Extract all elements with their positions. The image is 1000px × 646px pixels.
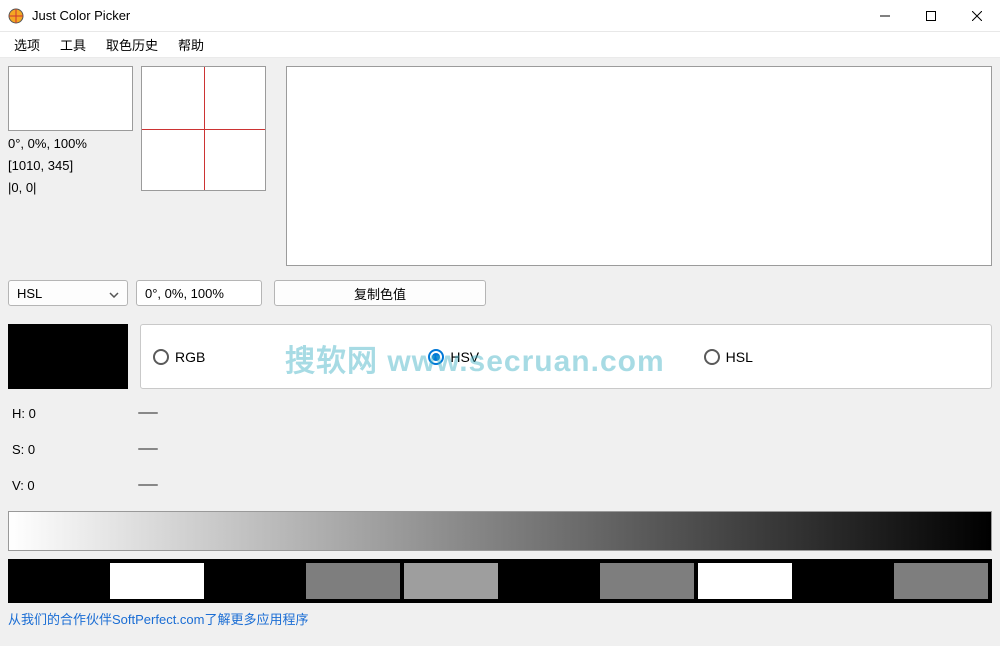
palette-cell-9[interactable] [894, 563, 988, 599]
menu-options[interactable]: 选项 [4, 32, 50, 57]
radio-hsv[interactable] [428, 349, 444, 365]
radio-hsl-label: HSL [726, 349, 753, 365]
color-mode-panel: RGB HSV HSL [140, 324, 992, 389]
menu-tools[interactable]: 工具 [50, 32, 96, 57]
current-color-swatch [8, 66, 133, 131]
window-title: Just Color Picker [32, 8, 130, 23]
window-controls [862, 0, 1000, 32]
menubar: 选项 工具 取色历史 帮助 [0, 32, 1000, 58]
slider-v-label: V: 0 [8, 478, 138, 493]
radio-rgb-group[interactable]: RGB [153, 349, 428, 365]
slider-h-label: H: 0 [8, 406, 138, 421]
minimize-button[interactable] [862, 0, 908, 32]
radio-rgb[interactable] [153, 349, 169, 365]
chevron-down-icon [109, 286, 119, 301]
palette-cell-5[interactable] [502, 563, 596, 599]
radio-hsl-group[interactable]: HSL [704, 349, 979, 365]
slider-v-row: V: 0 [8, 473, 992, 497]
slider-s[interactable] [138, 448, 158, 450]
color-value-field[interactable]: 0°, 0%, 100% [136, 280, 262, 306]
hsl-readout: 0°, 0%, 100% [8, 135, 133, 153]
menu-history[interactable]: 取色历史 [96, 32, 168, 57]
upper-row: 0°, 0%, 100% [1010, 345] |0, 0| [8, 66, 992, 266]
swatch-column: 0°, 0%, 100% [1010, 345] |0, 0| [8, 66, 133, 266]
menu-help[interactable]: 帮助 [168, 32, 214, 57]
secondary-color-swatch [8, 324, 128, 389]
slider-h-row: H: 0 [8, 401, 992, 425]
magnifier-panel [141, 66, 266, 191]
radio-hsv-group[interactable]: HSV [428, 349, 703, 365]
palette-cell-8[interactable] [796, 563, 890, 599]
slider-s-row: S: 0 [8, 437, 992, 461]
slider-h[interactable] [138, 412, 158, 414]
palette-row [8, 559, 992, 603]
format-select[interactable]: HSL [8, 280, 128, 306]
copy-value-label: 复制色值 [354, 284, 406, 303]
palette-cell-4[interactable] [404, 563, 498, 599]
copy-value-button[interactable]: 复制色值 [274, 280, 486, 306]
palette-cell-7[interactable] [698, 563, 792, 599]
history-panel[interactable] [286, 66, 992, 266]
palette-cell-1[interactable] [110, 563, 204, 599]
relative-position: |0, 0| [8, 179, 133, 197]
palette-cell-2[interactable] [208, 563, 302, 599]
mode-row: RGB HSV HSL [8, 324, 992, 389]
radio-hsv-label: HSV [450, 349, 479, 365]
close-button[interactable] [954, 0, 1000, 32]
screen-position: [1010, 345] [8, 157, 133, 175]
maximize-button[interactable] [908, 0, 954, 32]
palette-cell-0[interactable] [12, 563, 106, 599]
partner-link[interactable]: 从我们的合作伙伴SoftPerfect.com了解更多应用程序 [8, 609, 308, 628]
color-value-text: 0°, 0%, 100% [145, 286, 224, 301]
slider-s-label: S: 0 [8, 442, 138, 457]
palette-cell-6[interactable] [600, 563, 694, 599]
app-icon [8, 8, 24, 24]
slider-v[interactable] [138, 484, 158, 486]
format-row: HSL 0°, 0%, 100% 复制色值 [8, 280, 992, 306]
format-select-value: HSL [17, 286, 42, 301]
palette-cell-3[interactable] [306, 563, 400, 599]
value-gradient-bar[interactable] [8, 511, 992, 551]
main-content: 搜软网 www.secruan.com 0°, 0%, 100% [1010, … [0, 58, 1000, 646]
titlebar: Just Color Picker [0, 0, 1000, 32]
radio-rgb-label: RGB [175, 349, 205, 365]
radio-hsl[interactable] [704, 349, 720, 365]
